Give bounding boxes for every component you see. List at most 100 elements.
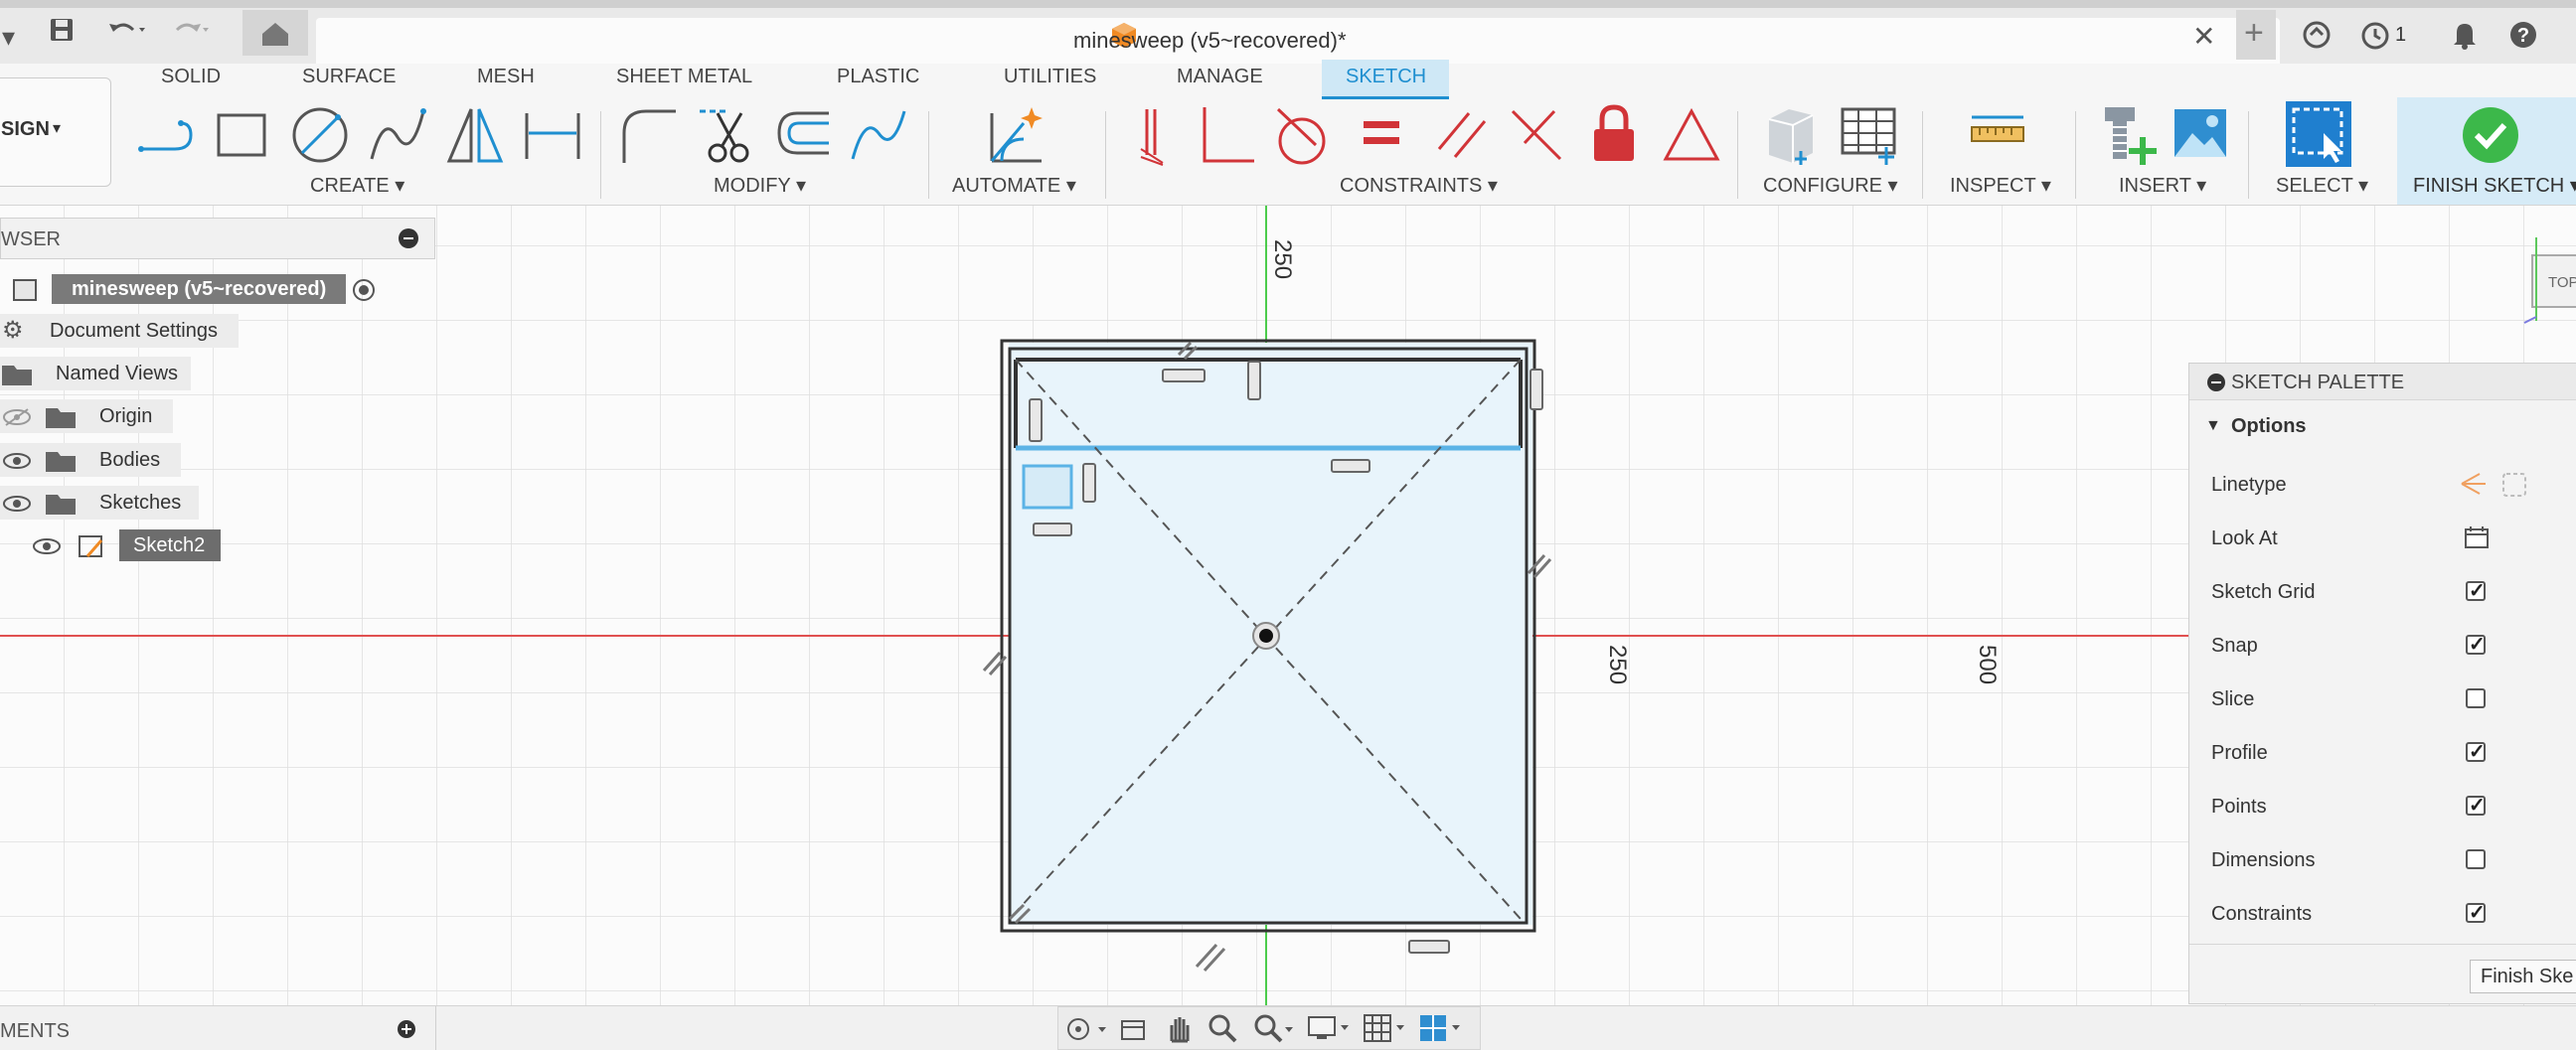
group-modify[interactable]: MODIFY ▾: [714, 173, 806, 198]
tab-manage[interactable]: MANAGE: [1177, 66, 1263, 88]
viewports-icon[interactable]: [1418, 1013, 1466, 1043]
display-settings-icon[interactable]: [1307, 1013, 1355, 1043]
undo-icon[interactable]: [105, 16, 149, 44]
vertical-constraint-icon[interactable]: [1530, 369, 1543, 410]
browser-item-sketch2[interactable]: Sketch2: [30, 528, 225, 562]
rectangle-tool-icon[interactable]: [213, 103, 272, 163]
mirror-tool-icon[interactable]: [445, 103, 505, 167]
eye-icon[interactable]: [32, 536, 62, 556]
constraints-checkbox[interactable]: [2466, 900, 2486, 925]
group-insert[interactable]: INSERT ▾: [2119, 173, 2206, 198]
symmetry-triangle-icon[interactable]: [1660, 103, 1723, 167]
extensions-icon[interactable]: [2302, 20, 2332, 50]
help-icon[interactable]: ?: [2508, 20, 2538, 50]
small-square-sketch[interactable]: [1022, 464, 1073, 510]
horizontal-constraint-icon[interactable]: [1331, 459, 1370, 473]
comments-panel[interactable]: MENTS: [0, 1006, 436, 1050]
offset-tool-icon[interactable]: [771, 103, 835, 167]
measure-icon[interactable]: [1968, 103, 2031, 167]
caret-down-icon[interactable]: ▾: [2, 22, 15, 53]
look-at-nav-icon[interactable]: [1118, 1015, 1148, 1043]
profile-checkbox[interactable]: [2466, 739, 2486, 764]
vertical-constraint-icon[interactable]: [1082, 463, 1096, 503]
orbit-icon[interactable]: [1064, 1015, 1112, 1043]
finish-sketch-palette-button[interactable]: Finish Ske: [2470, 960, 2576, 993]
browser-item-bodies[interactable]: Bodies: [0, 443, 181, 477]
dimensions-checkbox[interactable]: [2466, 849, 2486, 869]
activate-radio-icon[interactable]: [352, 278, 376, 302]
tab-sketch[interactable]: SKETCH: [1346, 66, 1426, 88]
grid-snaps-icon[interactable]: [1363, 1013, 1410, 1043]
parallel-constraint-icon[interactable]: [1431, 103, 1495, 167]
spline-tool-icon[interactable]: [366, 103, 431, 167]
eye-icon[interactable]: [2, 494, 32, 514]
workspace-switcher[interactable]: SIGN ▾: [0, 77, 111, 187]
browser-panel-header[interactable]: WSER: [0, 218, 435, 259]
fix-lock-icon[interactable]: [1586, 103, 1642, 167]
browser-item-named-views[interactable]: Named Views: [0, 357, 191, 390]
linetype-icons[interactable]: [2458, 469, 2537, 499]
equal-constraint-icon[interactable]: [1358, 103, 1407, 167]
configure-box-icon[interactable]: [1761, 103, 1817, 167]
browser-item-document-settings[interactable]: ⚙ Document Settings: [0, 314, 239, 348]
horizontal-constraint-icon[interactable]: [1162, 369, 1206, 382]
group-automate[interactable]: AUTOMATE ▾: [952, 173, 1076, 198]
save-icon[interactable]: [48, 16, 76, 44]
home-button[interactable]: [242, 10, 308, 56]
sketch-grid-checkbox[interactable]: [2466, 578, 2486, 603]
horizontal-constraint-icon[interactable]: [1408, 940, 1450, 954]
pan-hand-icon[interactable]: [1164, 1013, 1194, 1043]
vertical-constraint-icon[interactable]: [1029, 398, 1043, 442]
horizontal-constraint-icon[interactable]: [1033, 523, 1072, 536]
tab-utilities[interactable]: UTILITIES: [1004, 66, 1096, 88]
trim-tool-icon[interactable]: [696, 103, 759, 167]
coincident-constraint-icon[interactable]: [1133, 103, 1177, 167]
notifications-icon[interactable]: [2451, 20, 2479, 50]
collinear-constraint-icon[interactable]: [1505, 103, 1568, 167]
collapse-panel-icon[interactable]: [399, 228, 418, 248]
zoom-window-icon[interactable]: [1253, 1013, 1297, 1043]
tangent-constraint-icon[interactable]: [1272, 103, 1336, 167]
eye-hidden-icon[interactable]: [2, 407, 32, 427]
insert-canvas-image-icon[interactable]: [2171, 103, 2230, 163]
new-tab-button[interactable]: +: [2236, 10, 2276, 60]
tab-solid[interactable]: SOLID: [161, 66, 221, 88]
browser-root[interactable]: minesweep (v5~recovered): [4, 272, 382, 306]
insert-mcmaster-icon[interactable]: [2097, 103, 2157, 167]
look-at-icon[interactable]: [2464, 525, 2490, 550]
automate-icon[interactable]: [984, 103, 1053, 167]
tab-mesh[interactable]: MESH: [477, 66, 535, 88]
zoom-icon[interactable]: [1208, 1013, 1237, 1043]
tab-sheet-metal[interactable]: SHEET METAL: [616, 66, 752, 88]
browser-item-origin[interactable]: Origin: [0, 399, 173, 433]
vertical-constraint-icon[interactable]: [1247, 361, 1261, 400]
browser-item-sketches[interactable]: Sketches: [0, 486, 199, 520]
curve-tool-icon[interactable]: [847, 103, 910, 167]
snap-checkbox[interactable]: [2466, 632, 2486, 657]
finish-sketch-button[interactable]: FINISH SKETCH ▾: [2397, 97, 2576, 205]
slice-checkbox[interactable]: [2466, 688, 2486, 708]
line-tool-icon[interactable]: [135, 103, 201, 163]
select-window-icon[interactable]: [2284, 99, 2353, 171]
group-create[interactable]: CREATE ▾: [310, 173, 404, 198]
tab-plastic[interactable]: PLASTIC: [837, 66, 919, 88]
perpendicular-constraint-icon[interactable]: [1197, 103, 1260, 167]
close-tab-icon[interactable]: ✕: [2192, 20, 2215, 53]
centerline-linetype-icon[interactable]: [2502, 473, 2526, 497]
configure-table-icon[interactable]: [1839, 103, 1902, 167]
redo-icon[interactable]: [171, 16, 215, 44]
job-status-icon[interactable]: [2361, 22, 2391, 52]
tab-surface[interactable]: SURFACE: [302, 66, 396, 88]
construction-linetype-icon[interactable]: [2461, 473, 2486, 495]
palette-header[interactable]: SKETCH PALETTE: [2189, 364, 2576, 400]
points-checkbox[interactable]: [2466, 793, 2486, 818]
eye-icon[interactable]: [2, 451, 32, 471]
dimension-tool-icon[interactable]: [521, 103, 584, 167]
expand-comments-icon[interactable]: [398, 1020, 415, 1038]
group-inspect[interactable]: INSPECT ▾: [1950, 173, 2051, 198]
options-section-header[interactable]: ▼ Options: [2189, 407, 2576, 447]
collapse-palette-icon[interactable]: [2207, 374, 2225, 391]
fillet-tool-icon[interactable]: [616, 103, 680, 167]
group-select[interactable]: SELECT ▾: [2276, 173, 2368, 198]
group-configure[interactable]: CONFIGURE ▾: [1763, 173, 1898, 198]
